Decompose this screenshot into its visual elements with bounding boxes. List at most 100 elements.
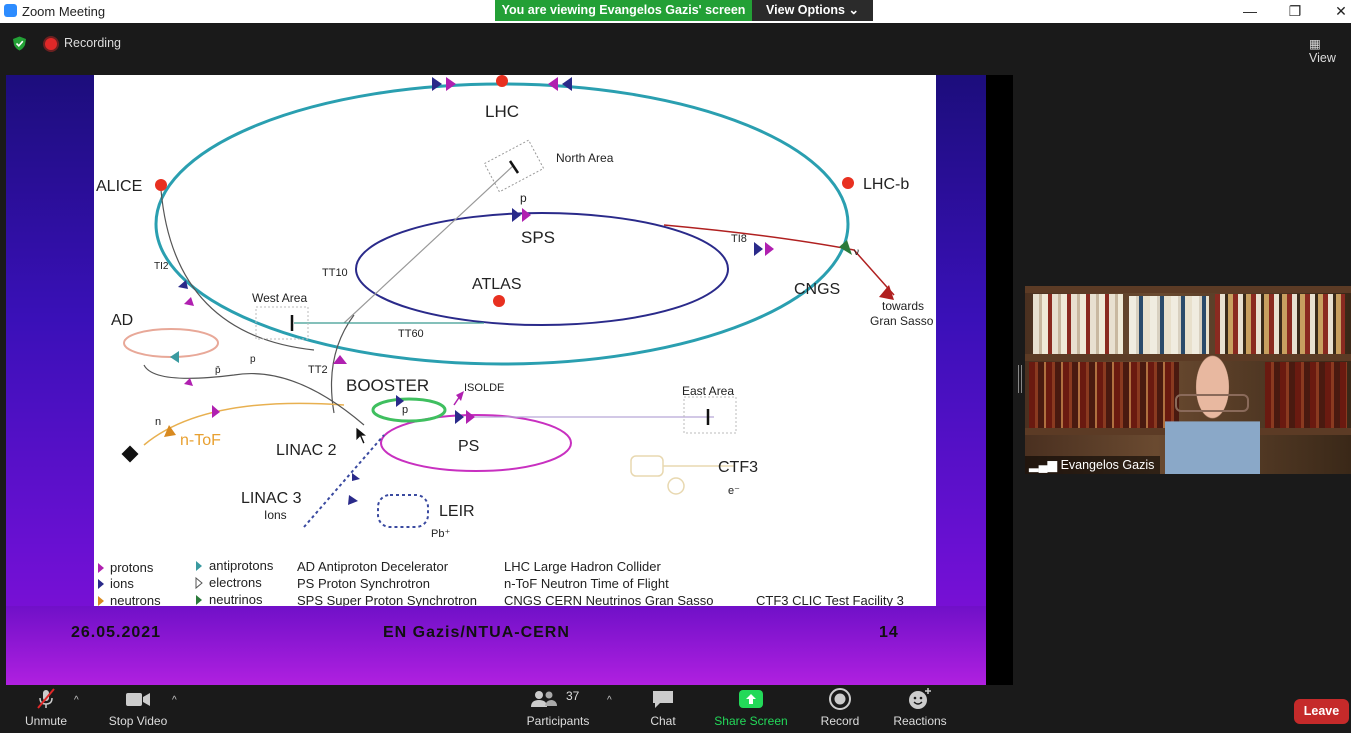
label-n: n [155,416,161,428]
stop-video-button[interactable]: Stop Video [104,687,172,728]
booster-ring [371,397,447,423]
legend-protons-icon [98,563,104,573]
legend-antiprotons-icon [196,561,202,571]
cern-accelerator-diagram: LHC ALICE LHC-b North Area p SPS TI8 ν C… [94,75,936,608]
record-button[interactable]: Record [815,687,865,728]
recording-label: Recording [64,36,121,50]
share-screen-label: Share Screen [714,714,788,728]
lhc-point-dot [496,75,508,87]
cngs-line [663,224,895,296]
leave-button[interactable]: Leave [1294,699,1349,724]
ntof-line [143,402,345,446]
legend-electrons-icon [195,576,203,590]
label-ti8: TI8 [731,233,747,245]
minimize-icon[interactable]: — [1227,0,1273,23]
close-icon[interactable]: ✕ [1318,0,1351,23]
ion-arrow-icon [184,297,194,306]
record-label: Record [820,714,860,728]
proton-arrow-icon [562,77,572,91]
label-e-minus: e⁻ [728,485,740,497]
meeting-toolbar: Unmute ^ Stop Video ^ 37 Participants ^ … [0,685,1351,733]
label-east-area: East Area [682,384,734,398]
ion-arrow-icon [765,242,774,256]
label-tt10: TT10 [322,267,348,279]
north-area-line [343,164,515,324]
participant-name: Evangelos Gazis [1060,458,1155,472]
label-ps: PS [458,438,479,455]
presentation-slide: LHC ALICE LHC-b North Area p SPS TI8 ν C… [6,75,986,685]
chat-button[interactable]: Chat [640,687,686,728]
proton-arrow-icon [455,410,464,424]
ion-arrow-icon [466,410,475,424]
view-options-label: View Options [766,3,845,17]
participants-button[interactable]: 37 Participants [522,687,594,728]
books-row [1215,294,1345,354]
label-p: p [520,191,527,205]
participants-options-chevron-icon[interactable]: ^ [607,695,612,706]
lhcb-dot [842,177,854,189]
proton-arrow-icon [432,77,442,91]
slide-footer [6,606,986,685]
signal-strength-icon: ▂▄▆ [1029,458,1061,472]
label-lhcb: LHC-b [863,176,909,193]
audio-options-chevron-icon[interactable]: ^ [74,695,79,706]
legend-ions: ions [110,576,134,591]
legend-ps-def: PS Proton Synchrotron [297,576,430,591]
unmute-label: Unmute [24,714,68,728]
speaker-person [1165,352,1260,474]
proton-arrow-icon [754,242,763,256]
shared-screen: LHC ALICE LHC-b North Area p SPS TI8 ν C… [6,75,1013,685]
label-lhc: LHC [485,102,519,121]
chat-bubble-icon [651,687,675,711]
ion-arrow-icon [548,77,558,91]
muted-microphone-icon [34,687,58,711]
label-west-area: West Area [252,291,307,305]
label-booster: BOOSTER [346,376,429,395]
ntof-target-icon [121,445,139,463]
participant-video[interactable] [1025,286,1351,474]
unmute-button[interactable]: Unmute [20,687,72,728]
eyeglasses-icon [1175,394,1249,412]
video-options-chevron-icon[interactable]: ^ [172,695,177,706]
accelerator-complex-svg: LHC ALICE LHC-b North Area p SPS TI8 ν C… [96,75,934,608]
ad-ring [123,328,219,358]
ion-arrow-icon [184,378,193,386]
participants-label: Participants [526,714,590,728]
label-towards: towards [882,299,924,313]
lhc-ring [154,82,850,366]
chat-label: Chat [650,714,676,728]
label-p-booster: p [402,404,408,416]
shelf-top [1025,286,1351,293]
label-atlas: ATLAS [472,276,522,293]
share-screen-button[interactable]: Share Screen [712,687,790,728]
viewing-screen-banner: You are viewing Evangelos Gazis' screen [495,0,752,21]
security-shield-icon[interactable] [12,36,27,51]
view-button[interactable]: ▦ View [1309,36,1351,65]
label-tt2: TT2 [308,364,328,376]
label-ntof: n-ToF [180,432,221,449]
legend-electrons: electrons [209,575,262,590]
label-sps: SPS [521,228,555,247]
reactions-button[interactable]: Reactions [890,687,950,728]
ctf3-circle [667,477,685,495]
panel-resize-handle[interactable] [1018,365,1022,393]
share-screen-icon [738,687,764,711]
legend-neutrinos-icon [196,595,202,605]
view-options-button[interactable]: View Options ⌄ [752,0,873,21]
slide-footer-date: 26.05.2021 [71,624,162,641]
meeting-topbar: Recording ▦ View [0,23,1351,65]
record-icon [828,687,852,711]
alice-dot [155,179,167,191]
label-ctf3: CTF3 [718,459,758,476]
label-ad: AD [111,312,133,329]
stop-video-label: Stop Video [108,714,168,728]
legend-protons: protons [110,560,154,575]
people-icon [531,691,557,707]
restore-icon[interactable]: ❐ [1272,0,1318,23]
label-linac3: LINAC 3 [241,490,302,507]
label-ti2: TI2 [154,261,169,272]
books-row [1033,294,1123,354]
participant-name-tag: ▂▄▆ Evangelos Gazis [1025,456,1161,474]
recording-dot-icon [45,38,57,50]
ion-arrow-icon [212,405,220,418]
